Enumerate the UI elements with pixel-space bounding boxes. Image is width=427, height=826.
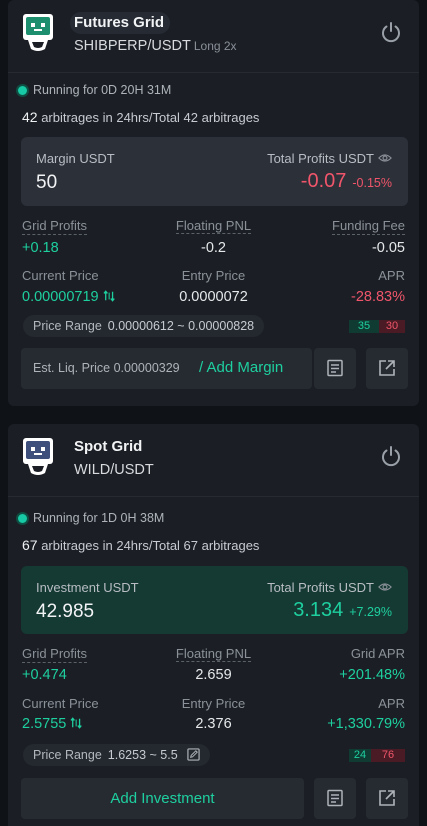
funding-fee-label[interactable]: Funding Fee xyxy=(332,218,405,235)
arbitrage-count: 67 xyxy=(22,537,38,553)
margin-value: 50 xyxy=(36,172,58,193)
spot-grid-card: Spot Grid WILD/USDT Running for 1D 0H 38… xyxy=(8,424,419,826)
price-range: Price Range 0.00000612 ~ 0.00000828 xyxy=(23,315,265,337)
details-button[interactable] xyxy=(314,348,356,389)
running-text: Running for 1D 0H 38M xyxy=(33,511,165,525)
share-icon xyxy=(379,360,395,376)
investment-panel: Investment USDT 42.985 Total Profits USD… xyxy=(21,566,408,634)
eye-icon[interactable] xyxy=(378,580,392,594)
total-profits-label-text: Total Profits USDT xyxy=(267,151,374,166)
floating-pnl-label[interactable]: Floating PNL xyxy=(175,646,252,662)
buy-count: 35 xyxy=(349,320,379,333)
card-header: Spot Grid WILD/USDT xyxy=(8,424,419,494)
apr-value: -28.83% xyxy=(350,289,405,305)
floating-pnl-value: -0.2 xyxy=(201,240,226,256)
card-header: Futures Grid SHIBPERP/USDT Long 2x xyxy=(8,0,419,70)
arbitrage-count: 42 xyxy=(22,109,38,125)
total-profits-amount: -0.07 xyxy=(300,170,347,192)
arbitrage-text: arbitrages in 24hrs/Total 42 arbitrages xyxy=(37,110,260,125)
details-button[interactable] xyxy=(314,778,356,819)
share-button[interactable] xyxy=(366,778,408,819)
running-text: Running for 0D 20H 31M xyxy=(33,83,172,97)
entry-price-label: Entry Price xyxy=(181,696,246,711)
buy-count: 24 xyxy=(349,749,371,762)
total-profits-value: -0.07 -0.15% xyxy=(301,170,392,193)
margin-panel: Margin USDT 50 Total Profits USDT -0.07-… xyxy=(21,137,408,206)
bot-title: Futures Grid xyxy=(70,12,171,34)
price-range-value: 1.6253 ~ 5.5 xyxy=(107,748,178,762)
liq-price-add-margin-bar: Est. Liq. Price 0.00000329 / Add Margin xyxy=(21,348,312,389)
buy-sell-ratio-bar: 35 30 xyxy=(349,320,405,333)
share-icon xyxy=(379,790,395,806)
grid-apr-value: +201.48% xyxy=(339,667,405,683)
buy-sell-ratio-bar: 24 76 xyxy=(349,749,405,762)
price-range-label: Price Range xyxy=(33,319,102,333)
add-investment-button[interactable]: Add Investment xyxy=(21,778,304,819)
running-dot-icon xyxy=(18,86,27,95)
sell-count: 76 xyxy=(371,749,405,762)
investment-label: Investment USDT xyxy=(36,580,139,595)
power-icon[interactable] xyxy=(379,444,403,468)
total-profits-amount: 3.134 xyxy=(293,599,344,621)
add-investment-label: Add Investment xyxy=(110,790,215,807)
eye-icon[interactable] xyxy=(378,151,392,165)
funding-fee-value: -0.05 xyxy=(371,240,405,256)
price-range-value: 0.00000612 ~ 0.00000828 xyxy=(107,319,255,333)
total-profits-value: 3.134 +7.29% xyxy=(293,599,392,622)
futures-grid-card: Futures Grid SHIBPERP/USDT Long 2x Runnin… xyxy=(8,0,419,406)
bot-title: Spot Grid xyxy=(74,438,143,455)
pair-name: SHIBPERP/USDT xyxy=(74,38,191,54)
running-status: Running for 1D 0H 38M xyxy=(18,511,164,525)
divider xyxy=(8,496,419,497)
robot-icon xyxy=(23,438,53,475)
edit-icon[interactable] xyxy=(187,748,200,761)
trading-pair: SHIBPERP/USDT Long 2x xyxy=(74,38,237,54)
entry-price-label: Entry Price xyxy=(181,268,246,283)
apr-label: APR xyxy=(378,696,405,711)
grid-apr-label: Grid APR xyxy=(350,646,405,661)
arbitrage-summary: 67 arbitrages in 24hrs/Total 67 arbitrag… xyxy=(22,537,259,553)
apr-value: +1,330.79% xyxy=(327,716,405,732)
apr-label: APR xyxy=(378,268,405,283)
total-profits-pct: -0.15% xyxy=(352,176,392,190)
divider xyxy=(8,72,419,73)
margin-label: Margin USDT xyxy=(36,151,115,166)
total-profits-label: Total Profits USDT xyxy=(267,151,392,166)
trading-pair: WILD/USDT xyxy=(74,462,154,478)
robot-icon xyxy=(23,14,53,51)
floating-pnl-label[interactable]: Floating PNL xyxy=(175,218,252,234)
total-profits-label: Total Profits USDT xyxy=(267,580,392,595)
arbitrage-text: arbitrages in 24hrs/Total 67 arbitrages xyxy=(37,538,260,553)
total-profits-label-text: Total Profits USDT xyxy=(267,580,374,595)
running-status: Running for 0D 20H 31M xyxy=(18,83,171,97)
add-margin-button[interactable]: / Add Margin xyxy=(199,359,283,376)
list-icon xyxy=(327,789,343,807)
price-range: Price Range 1.6253 ~ 5.5 xyxy=(23,744,211,766)
investment-value: 42.985 xyxy=(36,601,95,622)
total-profits-pct: +7.29% xyxy=(349,605,392,619)
list-icon xyxy=(327,359,343,377)
price-range-label: Price Range xyxy=(33,748,102,762)
leverage-label: Long 2x xyxy=(193,39,237,53)
arbitrage-summary: 42 arbitrages in 24hrs/Total 42 arbitrag… xyxy=(22,109,259,125)
power-icon[interactable] xyxy=(379,20,403,44)
sell-count: 30 xyxy=(379,320,405,333)
share-button[interactable] xyxy=(366,348,408,389)
running-dot-icon xyxy=(18,514,27,523)
est-liq-price: Est. Liq. Price 0.00000329 xyxy=(33,361,180,375)
